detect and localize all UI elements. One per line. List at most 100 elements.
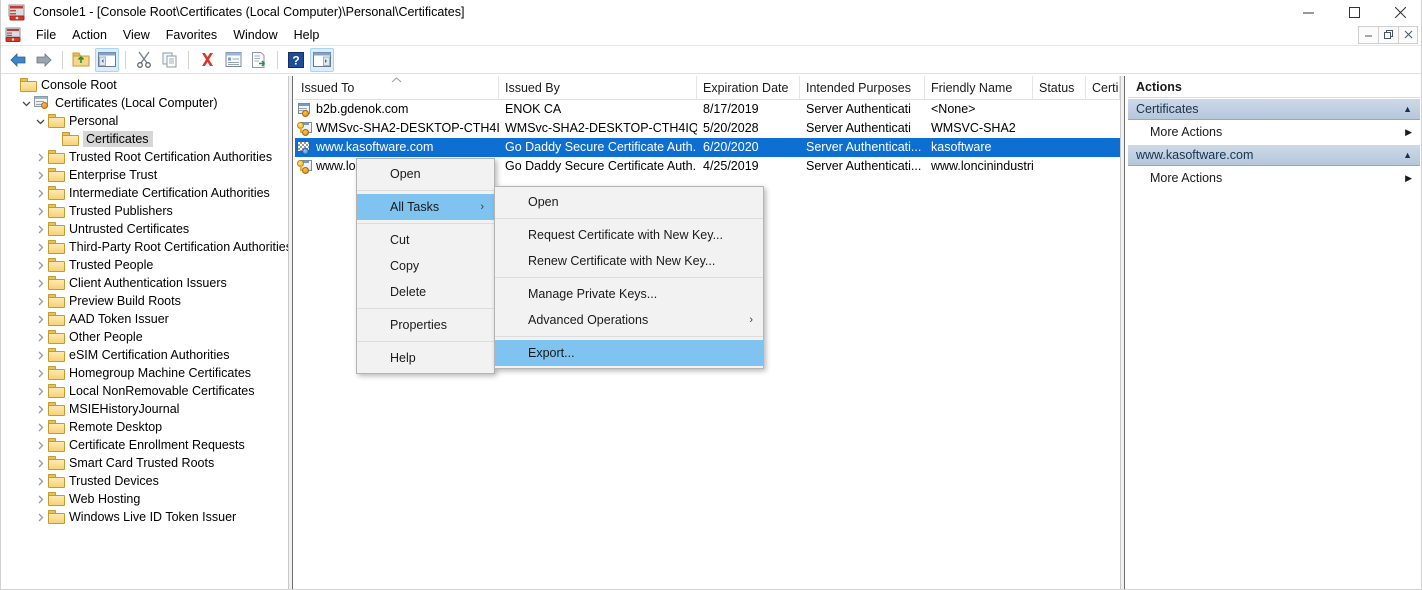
tree-item-aad-token-issuer[interactable]: AAD Token Issuer bbox=[2, 310, 288, 328]
chevron-right-icon[interactable]: ▶ bbox=[1405, 173, 1412, 184]
tree-item-certificates-local-computer[interactable]: Certificates (Local Computer) bbox=[2, 94, 288, 112]
chevron-right-icon[interactable] bbox=[32, 239, 48, 255]
menu-item-cut[interactable]: Cut bbox=[357, 227, 494, 253]
tree-item-client-authentication-issuers[interactable]: Client Authentication Issuers bbox=[2, 274, 288, 292]
maximize-button[interactable] bbox=[1331, 0, 1377, 24]
tree-item-esim-certification-authorities[interactable]: eSIM Certification Authorities bbox=[2, 346, 288, 364]
chevron-right-icon[interactable] bbox=[32, 491, 48, 507]
forward-icon[interactable] bbox=[32, 48, 56, 72]
tree-item-trusted-devices[interactable]: Trusted Devices bbox=[2, 472, 288, 490]
chevron-right-icon[interactable] bbox=[32, 473, 48, 489]
tree-item-windows-live-id-token-issuer[interactable]: Windows Live ID Token Issuer bbox=[2, 508, 288, 526]
table-row[interactable]: b2b.gdenok.com ENOK CA 8/17/2019 Server Aut… bbox=[295, 100, 1120, 119]
chevron-right-icon[interactable] bbox=[32, 275, 48, 291]
context-menu[interactable]: Open All Tasks › Cut Copy Delete Properties Hel… bbox=[356, 158, 495, 374]
tree-item-trusted-publishers[interactable]: Trusted Publishers bbox=[2, 202, 288, 220]
menu-item-copy[interactable]: Copy bbox=[357, 253, 494, 279]
actions-more-actions-selected-cert[interactable]: More Actions ▶ bbox=[1128, 166, 1420, 190]
column-header-issued-to[interactable]: Issued To bbox=[295, 76, 499, 100]
mdi-minimize-button[interactable] bbox=[1358, 25, 1378, 44]
tree-item-preview-build-roots[interactable]: Preview Build Roots bbox=[2, 292, 288, 310]
chevron-right-icon[interactable] bbox=[32, 203, 48, 219]
column-header-issued-by[interactable]: Issued By bbox=[499, 76, 697, 100]
chevron-right-icon[interactable] bbox=[32, 257, 48, 273]
chevron-right-icon[interactable] bbox=[32, 455, 48, 471]
tree-list-splitter[interactable] bbox=[288, 76, 293, 589]
actions-group-header-certificates[interactable]: Certificates ▲ bbox=[1128, 98, 1420, 120]
menu-file[interactable]: File bbox=[28, 26, 64, 44]
chevron-down-icon[interactable] bbox=[18, 95, 34, 111]
column-header-friendly-name[interactable]: Friendly Name bbox=[925, 76, 1033, 100]
menu-item-all-tasks[interactable]: All Tasks › bbox=[357, 194, 494, 220]
tree-item-enterprise-trust[interactable]: Enterprise Trust bbox=[2, 166, 288, 184]
tree-item-trusted-root-certification-authorities[interactable]: Trusted Root Certification Authorities bbox=[2, 148, 288, 166]
tree-item-console-root[interactable]: Console Root bbox=[2, 76, 288, 94]
close-button[interactable] bbox=[1377, 0, 1421, 24]
menu-item-manage-private-keys[interactable]: Manage Private Keys... bbox=[495, 281, 763, 307]
menu-favorites[interactable]: Favorites bbox=[158, 26, 225, 44]
help-icon[interactable]: ? bbox=[284, 48, 308, 72]
chevron-right-icon[interactable] bbox=[32, 365, 48, 381]
menu-item-open[interactable]: Open bbox=[357, 161, 494, 187]
chevron-right-icon[interactable] bbox=[32, 347, 48, 363]
menu-item-open[interactable]: Open bbox=[495, 189, 763, 215]
chevron-down-icon[interactable] bbox=[32, 113, 48, 129]
tree-item-untrusted-certificates[interactable]: Untrusted Certificates bbox=[2, 220, 288, 238]
tree-item-local-nonremovable-certificates[interactable]: Local NonRemovable Certificates bbox=[2, 382, 288, 400]
chevron-right-icon[interactable] bbox=[32, 329, 48, 345]
copy-icon[interactable] bbox=[158, 48, 182, 72]
chevron-right-icon[interactable] bbox=[32, 419, 48, 435]
tree-item-msiehistoryjournal[interactable]: MSIEHistoryJournal bbox=[2, 400, 288, 418]
table-row[interactable]: www.kasoftware.com Go Daddy Secure Certif… bbox=[295, 138, 1120, 157]
actions-more-actions-certificates[interactable]: More Actions ▶ bbox=[1128, 120, 1420, 144]
mdi-restore-button[interactable] bbox=[1378, 25, 1398, 44]
chevron-right-icon[interactable] bbox=[32, 149, 48, 165]
up-folder-icon[interactable] bbox=[69, 48, 93, 72]
tree-item-homegroup-machine-certificates[interactable]: Homegroup Machine Certificates bbox=[2, 364, 288, 382]
menu-item-export[interactable]: Export... bbox=[495, 340, 763, 366]
tree-item-smart-card-trusted-roots[interactable]: Smart Card Trusted Roots bbox=[2, 454, 288, 472]
chevron-right-icon[interactable] bbox=[32, 167, 48, 183]
menu-item-request-certificate-with-new-key[interactable]: Request Certificate with New Key... bbox=[495, 222, 763, 248]
chevron-right-icon[interactable] bbox=[32, 401, 48, 417]
column-header-status[interactable]: Status bbox=[1033, 76, 1086, 100]
list-column-headers[interactable]: Issued To Issued By Expiration Date Intende… bbox=[295, 76, 1120, 100]
tree-item-web-hosting[interactable]: Web Hosting bbox=[2, 490, 288, 508]
chevron-right-icon[interactable] bbox=[32, 311, 48, 327]
tree-item-certificate-enrollment-requests[interactable]: Certificate Enrollment Requests bbox=[2, 436, 288, 454]
column-header-certi[interactable]: Certi bbox=[1086, 76, 1120, 100]
cut-icon[interactable] bbox=[132, 48, 156, 72]
menu-view[interactable]: View bbox=[115, 26, 158, 44]
console-tree-pane[interactable]: Console Root Certificates (Local Computer… bbox=[2, 76, 288, 589]
export-list-icon[interactable] bbox=[247, 48, 271, 72]
column-header-expiration-date[interactable]: Expiration Date bbox=[697, 76, 800, 100]
menu-item-delete[interactable]: Delete bbox=[357, 279, 494, 305]
chevron-right-icon[interactable] bbox=[32, 383, 48, 399]
tree-item-intermediate-certification-authorities[interactable]: Intermediate Certification Authorities bbox=[2, 184, 288, 202]
properties-icon[interactable] bbox=[221, 48, 245, 72]
mdi-close-button[interactable] bbox=[1398, 25, 1418, 44]
chevron-right-icon[interactable]: ▶ bbox=[1405, 127, 1412, 138]
table-row[interactable]: WMSvc-SHA2-DESKTOP-CTH4I WMSvc-SHA2-DESKT… bbox=[295, 119, 1120, 138]
minimize-button[interactable] bbox=[1285, 0, 1331, 24]
menu-window[interactable]: Window bbox=[225, 26, 285, 44]
actions-group-header-selected-cert[interactable]: www.kasoftware.com ▲ bbox=[1128, 144, 1420, 166]
tree-item-trusted-people[interactable]: Trusted People bbox=[2, 256, 288, 274]
menu-item-advanced-operations[interactable]: Advanced Operations › bbox=[495, 307, 763, 333]
show-hide-tree-icon[interactable] bbox=[95, 47, 119, 72]
actions-pane[interactable]: Actions Certificates ▲ More Actions ▶ ww… bbox=[1127, 76, 1420, 589]
menu-help[interactable]: Help bbox=[286, 26, 328, 44]
back-icon[interactable] bbox=[6, 48, 30, 72]
chevron-right-icon[interactable] bbox=[32, 185, 48, 201]
show-action-pane-icon[interactable] bbox=[310, 47, 334, 72]
menu-action[interactable]: Action bbox=[64, 26, 115, 44]
chevron-up-icon[interactable]: ▲ bbox=[1403, 104, 1412, 114]
column-header-intended-purposes[interactable]: Intended Purposes bbox=[800, 76, 925, 100]
chevron-right-icon[interactable] bbox=[32, 437, 48, 453]
tree-item-certificates[interactable]: Certificates bbox=[2, 130, 288, 148]
tree-item-other-people[interactable]: Other People bbox=[2, 328, 288, 346]
chevron-right-icon[interactable] bbox=[32, 293, 48, 309]
tree-item-personal[interactable]: Personal bbox=[2, 112, 288, 130]
context-submenu-all-tasks[interactable]: Open Request Certificate with New Key... R… bbox=[494, 186, 764, 369]
tree-item-remote-desktop[interactable]: Remote Desktop bbox=[2, 418, 288, 436]
